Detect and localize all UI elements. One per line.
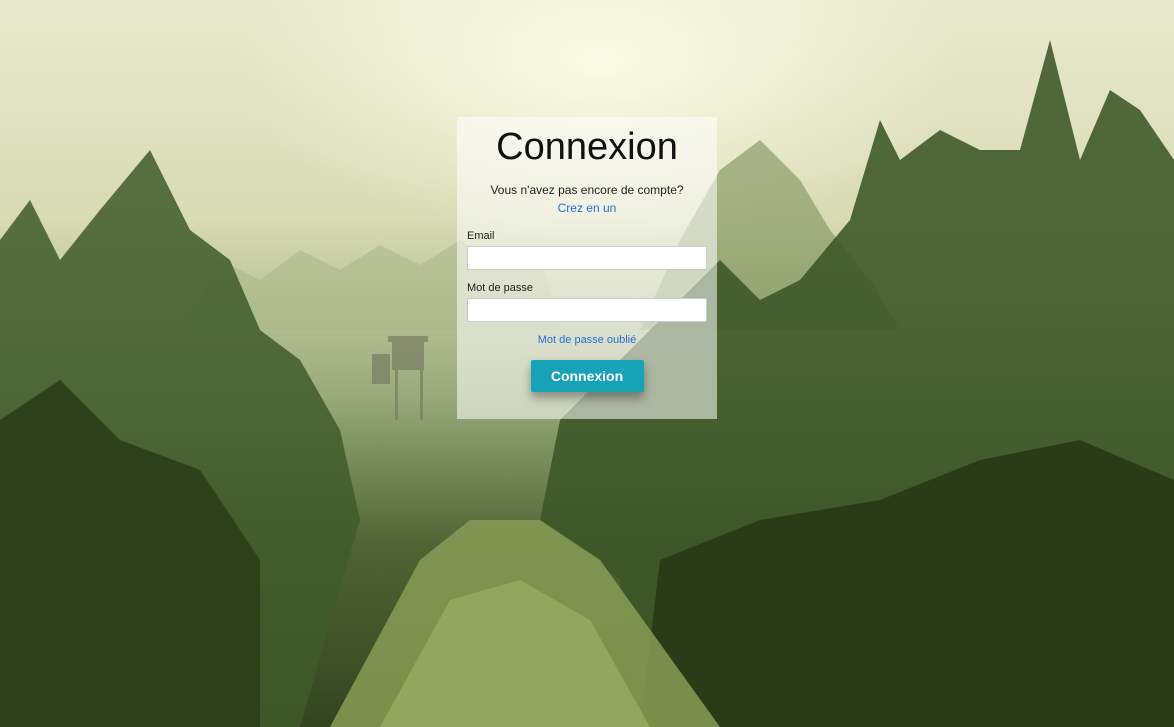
email-field[interactable] (467, 246, 707, 270)
page-title: Connexion (496, 126, 678, 168)
signup-link[interactable]: Crez en un (558, 201, 617, 215)
email-label: Email (467, 230, 495, 242)
no-account-text: Vous n'avez pas encore de compte? (490, 183, 684, 197)
password-field[interactable] (467, 298, 707, 322)
password-label: Mot de passe (467, 282, 534, 294)
forgot-password-link[interactable]: Mot de passe oublié (538, 334, 636, 346)
login-button[interactable]: Connexion (530, 360, 644, 392)
login-card: Connexion Vous n'avez pas encore de comp… (457, 117, 717, 419)
